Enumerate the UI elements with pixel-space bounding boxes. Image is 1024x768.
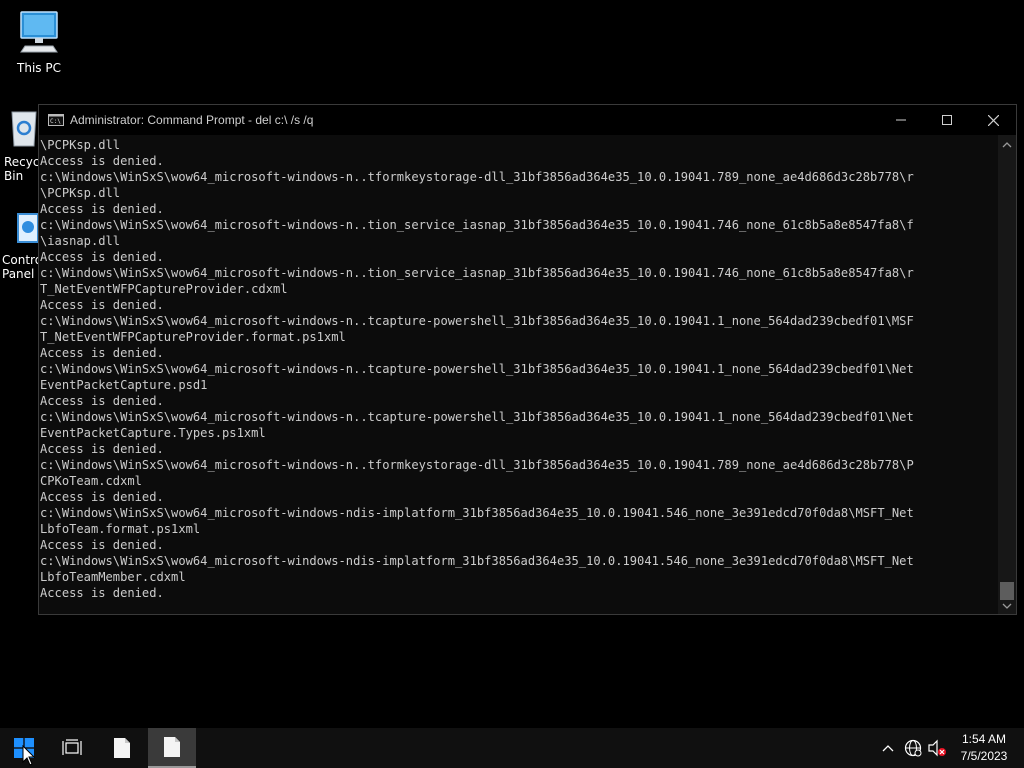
console-line: c:\Windows\WinSxS\wow64_microsoft-window… — [40, 362, 914, 376]
control-panel-icon — [17, 213, 39, 243]
task-view-icon — [62, 739, 82, 755]
console-line: T_NetEventWFPCaptureProvider.format.ps1x… — [40, 330, 346, 344]
console-line: c:\Windows\WinSxS\wow64_microsoft-window… — [40, 458, 914, 472]
mouse-cursor-icon — [22, 745, 36, 766]
console-line: c:\Windows\WinSxS\wow64_microsoft-window… — [40, 554, 914, 568]
svg-text:C:\: C:\ — [50, 118, 61, 125]
document-icon — [164, 737, 180, 757]
taskbar-app-active[interactable] — [148, 728, 196, 768]
console-app-icon: C:\ — [48, 114, 64, 126]
console-line: Access is denied. — [40, 250, 164, 264]
command-prompt-window[interactable]: C:\ Administrator: Command Prompt - del … — [38, 104, 1017, 615]
console-line: \iasnap.dll — [40, 234, 121, 248]
console-line: Access is denied. — [40, 490, 164, 504]
console-line: Access is denied. — [40, 394, 164, 408]
close-icon — [987, 114, 999, 126]
globe-icon — [904, 739, 922, 757]
console-line: c:\Windows\WinSxS\wow64_microsoft-window… — [40, 218, 914, 232]
control-panel-desktop-icon[interactable]: Control Panel — [2, 212, 42, 281]
volume-muted-button[interactable] — [926, 728, 948, 768]
console-line: c:\Windows\WinSxS\wow64_microsoft-window… — [40, 314, 914, 328]
control-panel-label: Control Panel — [2, 253, 42, 281]
taskbar-clock[interactable]: 1:54 AM 7/5/2023 — [954, 731, 1014, 765]
console-line: Access is denied. — [40, 442, 164, 456]
chevron-up-icon — [882, 745, 894, 752]
console-line: T_NetEventWFPCaptureProvider.cdxml — [40, 282, 288, 296]
speaker-muted-icon — [928, 739, 946, 757]
console-line: CPKoTeam.cdxml — [40, 474, 142, 488]
computer-icon — [20, 11, 58, 53]
console-line: c:\Windows\WinSxS\wow64_microsoft-window… — [40, 410, 914, 424]
recycle-bin-icon — [11, 111, 37, 147]
taskbar: 1:54 AM 7/5/2023 — [0, 728, 1024, 768]
document-icon — [114, 738, 130, 758]
console-line: c:\Windows\WinSxS\wow64_microsoft-window… — [40, 266, 914, 280]
console-line: c:\Windows\WinSxS\wow64_microsoft-window… — [40, 506, 914, 520]
taskbar-app-notepad[interactable] — [98, 728, 146, 768]
network-status-button[interactable] — [902, 728, 924, 768]
minimize-icon — [896, 119, 906, 121]
console-line: LbfoTeam.format.ps1xml — [40, 522, 201, 536]
console-line: EventPacketCapture.psd1 — [40, 378, 208, 392]
console-line: \PCPKsp.dll — [40, 186, 121, 200]
show-hidden-icons-button[interactable] — [878, 728, 898, 768]
maximize-icon — [942, 115, 952, 125]
minimize-button[interactable] — [878, 105, 924, 135]
vertical-scrollbar[interactable] — [998, 135, 1016, 614]
maximize-button[interactable] — [924, 105, 970, 135]
scroll-down-arrow-icon[interactable] — [1002, 601, 1012, 611]
console-line: Access is denied. — [40, 346, 164, 360]
window-title: Administrator: Command Prompt - del c:\ … — [70, 113, 314, 127]
this-pc-desktop-icon[interactable]: This PC — [1, 10, 77, 75]
console-line: LbfoTeamMember.cdxml — [40, 570, 186, 584]
console-line: Access is denied. — [40, 538, 164, 552]
console-output[interactable]: \PCPKsp.dll Access is denied. c:\Windows\W… — [39, 135, 998, 614]
task-view-button[interactable] — [48, 728, 96, 768]
clock-date: 7/5/2023 — [960, 749, 1008, 763]
scroll-up-arrow-icon[interactable] — [1002, 140, 1012, 150]
scrollbar-thumb[interactable] — [1000, 582, 1014, 600]
window-titlebar[interactable]: C:\ Administrator: Command Prompt - del … — [39, 105, 1016, 135]
console-line: Access is denied. — [40, 298, 164, 312]
console-line: Access is denied. — [40, 154, 164, 168]
close-button[interactable] — [970, 105, 1016, 135]
console-line: Access is denied. — [40, 202, 164, 216]
clock-time: 1:54 AM — [961, 732, 1007, 746]
console-line: c:\Windows\WinSxS\wow64_microsoft-window… — [40, 170, 914, 184]
console-line: EventPacketCapture.Types.ps1xml — [40, 426, 266, 440]
console-line: \PCPKsp.dll — [40, 138, 121, 152]
this-pc-label: This PC — [17, 61, 61, 75]
console-line: Access is denied. — [40, 586, 164, 600]
